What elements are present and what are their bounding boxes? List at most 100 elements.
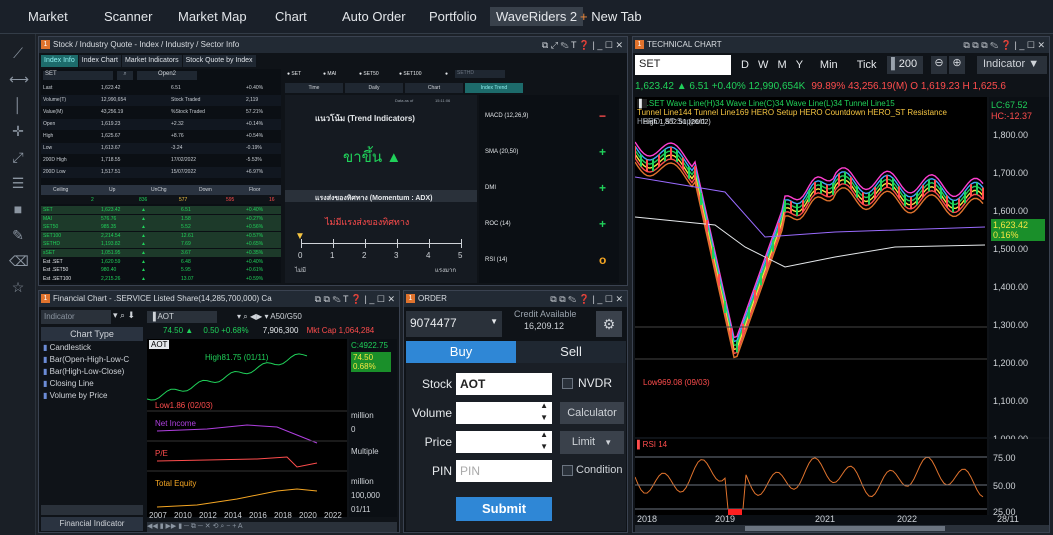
price-chart-area[interactable]: ▌ .SET Wave Line(H)34 Wave Line(C)34 Wave…: [634, 97, 987, 437]
index-row[interactable]: Est .SET 1,620.59 ▲ 6.48 +0.40%: [41, 257, 281, 266]
rsi-chart-area[interactable]: ▌RSI 14: [634, 439, 987, 515]
pencil-icon[interactable]: ✎: [9, 226, 27, 244]
radio-set100[interactable]: ● SET100: [399, 71, 422, 77]
crosshair-icon[interactable]: ✛: [9, 122, 27, 140]
radio-set50[interactable]: ● SET50: [359, 71, 379, 77]
vertical-line-icon[interactable]: │: [9, 96, 27, 114]
calculator-button[interactable]: Calculator: [560, 402, 624, 424]
scale-tick-label: 1: [330, 251, 335, 260]
condition-checkbox[interactable]: [562, 465, 573, 476]
period-y[interactable]: Y: [796, 59, 803, 71]
window-controls[interactable]: ⧉ ⧉ ✎ T ❓ | _ ☐ ✕: [314, 291, 395, 307]
period-m[interactable]: M: [777, 59, 786, 71]
tab-index-chart[interactable]: Index Chart: [78, 55, 121, 67]
scrollbar-thumb[interactable]: [745, 526, 945, 531]
price-input[interactable]: ▲ ▼: [456, 430, 552, 453]
index-row[interactable]: sSET 1,051.95 ▲ 3.67 +0.35%: [41, 249, 281, 257]
price-axis-tick: 1,400.00: [993, 282, 1029, 292]
technical-symbol-input[interactable]: SET: [635, 55, 731, 75]
tab-market-map[interactable]: Market Map: [178, 9, 247, 24]
chart-type-item[interactable]: ▮ Bar(High-Low-Close): [43, 367, 124, 376]
financial-tools[interactable]: ▾ ⌕ ◀▶ ▾ A50/G50: [237, 312, 302, 322]
financial-nav-bar[interactable]: ◀◀ ▮ ▶▶ ▮ ─ ⧉ ─ ✕ ⟲ ⌕ − + A: [147, 522, 397, 532]
symbol-input[interactable]: SET: [43, 71, 113, 80]
zoom-out-icon[interactable]: ⊖: [931, 56, 947, 74]
year-tick: 2018: [274, 511, 292, 520]
radio-sethd[interactable]: ● SETHD: [445, 70, 505, 78]
tab-portfolio[interactable]: Portfolio: [429, 9, 477, 24]
chart-type-item[interactable]: ▮ Candlestick: [43, 343, 91, 352]
zoom-in-icon[interactable]: ⊕: [949, 56, 965, 74]
financial-year-axis: 2007 2010 2012 2014 2016 2018 2020 2022: [147, 511, 347, 521]
draw-line-icon[interactable]: ⟋: [9, 44, 27, 62]
nvdr-checkbox[interactable]: [562, 378, 573, 389]
financial-indicator-button[interactable]: Financial Indicator: [41, 517, 143, 531]
period-w[interactable]: W: [758, 59, 768, 71]
index-row[interactable]: SET100 2,214.54 ▲ 12.61 +0.57%: [41, 231, 281, 240]
index-row[interactable]: Est .SET100 2,215.26 ▲ 13.07 +0.59%: [41, 274, 281, 283]
index-row[interactable]: MAI 576.76 ▲ 1.58 +0.27%: [41, 214, 281, 223]
index-row[interactable]: SET50 985.35 ▲ 5.52 +0.56%: [41, 223, 281, 232]
stock-input[interactable]: AOT: [456, 373, 552, 395]
chart-scrollbar[interactable]: [635, 525, 1049, 532]
eraser-icon[interactable]: ⌫: [9, 252, 29, 270]
tab-scanner[interactable]: Scanner: [104, 9, 152, 24]
indicator-dropdown[interactable]: Indicator ▼: [977, 56, 1047, 74]
trend-tab-time[interactable]: Time: [285, 83, 343, 93]
new-tab-button[interactable]: + New Tab: [580, 9, 642, 24]
window-controls[interactable]: ⧉ ⤢ ✎ T ❓ | _ ☐ ✕: [542, 37, 623, 53]
volume-input[interactable]: ▲ ▼: [456, 401, 552, 424]
tab-market[interactable]: Market: [28, 9, 68, 24]
time-axis: 2018 2019 2021 2022 28/11: [635, 514, 1049, 525]
fibonacci-icon[interactable]: ☰: [9, 174, 27, 192]
indicator-select[interactable]: Indicator: [41, 310, 111, 324]
tab-stock-quote-by-index[interactable]: Stock Quote by Index: [182, 55, 256, 67]
chart-type-list: ▮ Candlestick ▮ Bar(Open-High-Low-C ▮ Bar(…: [41, 343, 143, 503]
radio-set[interactable]: ● SET: [287, 71, 301, 77]
order-type-select[interactable]: Limit ▼: [560, 431, 624, 454]
bar-count-input[interactable]: ▌200: [887, 56, 923, 74]
financial-symbol-input[interactable]: ▐ AOT: [147, 311, 217, 323]
chart-type-item[interactable]: ▮ Closing Line: [43, 379, 94, 388]
tab-auto-order[interactable]: Auto Order: [342, 9, 406, 24]
signal-name: DMI: [485, 185, 496, 191]
window-controls[interactable]: ⧉ ⧉ ✎ ❓ | _ ☐ ✕: [550, 291, 623, 307]
rectangle-icon[interactable]: ■: [9, 200, 27, 218]
chart-type-item[interactable]: ▮ Bar(Open-High-Low-C: [43, 355, 129, 364]
period-d[interactable]: D: [741, 59, 749, 71]
search-icon[interactable]: ⌕: [117, 71, 133, 80]
financial-chart-area[interactable]: AOT High81.75 (01/11) Low1.86 (02/03) Ne…: [146, 339, 347, 517]
sell-tab[interactable]: Sell: [516, 341, 626, 363]
quote-title: Stock / Industry Quote - Index / Industr…: [53, 40, 240, 49]
trend-tab-index-trend[interactable]: Index Trend: [465, 83, 523, 93]
panel-pe: P/E: [155, 449, 168, 458]
quote-row: High 1,625.67 +8.76 +0.54%: [41, 131, 281, 142]
index-row[interactable]: Est .SET50 980.40 ▲ 5.95 +0.61%: [41, 266, 281, 275]
radio-mai[interactable]: ● MAI: [323, 71, 336, 77]
pin-input[interactable]: PIN: [456, 460, 552, 482]
tab-waveriders-2[interactable]: WaveRiders 2: [490, 7, 584, 26]
order-title: ORDER: [418, 294, 447, 303]
chart-type-item[interactable]: ▮ Volume by Price: [43, 391, 107, 400]
indicator-tools[interactable]: ▾ ⌕ ⬇: [113, 310, 147, 324]
account-select[interactable]: 9074477 ▼: [406, 311, 502, 337]
index-row-percent: +0.40%: [246, 258, 264, 265]
chart-type-scrollbar[interactable]: [41, 505, 143, 515]
trend-tool-icon[interactable]: ⤢: [9, 148, 27, 166]
submit-button[interactable]: Submit: [456, 497, 552, 521]
trend-tab-chart[interactable]: Chart: [405, 83, 463, 93]
period-tick[interactable]: Tick: [857, 59, 877, 71]
star-icon[interactable]: ☆: [9, 278, 27, 296]
trend-tab-daily[interactable]: Daily: [345, 83, 403, 93]
scale-tick: [333, 239, 334, 248]
buy-tab[interactable]: Buy: [406, 341, 516, 363]
window-controls[interactable]: ⧉ ⧉ ⧉ ✎ ❓ | _ ☐ ✕: [963, 37, 1045, 53]
tab-chart[interactable]: Chart: [275, 9, 307, 24]
index-row[interactable]: SETHD 1,193.82 ▲ 7.69 +0.65%: [41, 240, 281, 249]
index-row[interactable]: SET 1,623.42 ▲ 6.51 +0.40%: [41, 206, 281, 214]
settings-gear-icon[interactable]: ⚙: [596, 311, 622, 337]
tab-index-info[interactable]: Index Info: [41, 55, 78, 67]
horizontal-line-icon[interactable]: ⟷: [9, 70, 29, 88]
tab-market-indicators[interactable]: Market Indicators: [121, 55, 182, 67]
period-min[interactable]: Min: [820, 59, 838, 71]
